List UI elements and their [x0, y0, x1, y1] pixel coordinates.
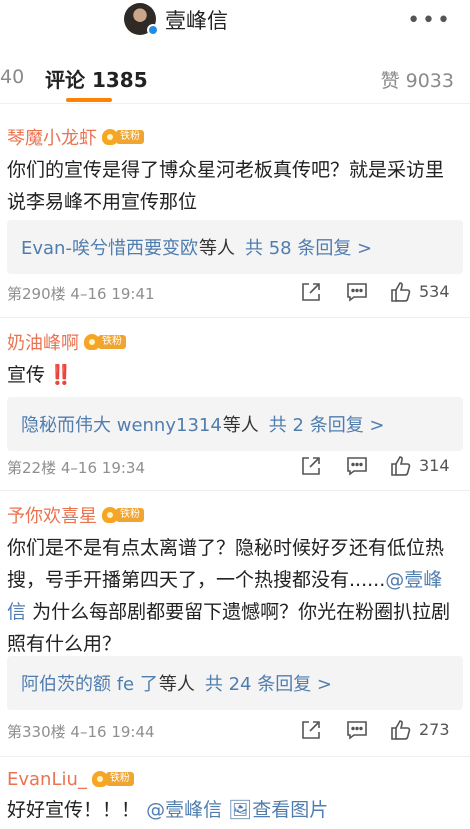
more-options-icon[interactable]: ••• — [407, 8, 452, 33]
timestamp: 4–16 19:44 — [70, 723, 155, 741]
comment-meta: 第290楼 4–16 19:41 534 — [7, 280, 463, 306]
like-count: 273 — [419, 720, 450, 739]
reply-users[interactable]: Evan-唉兮惜西要变欧 — [21, 234, 198, 260]
reply-summary[interactable]: 隐秘而伟大 wenny1314 等人 共 2 条回复 > — [7, 397, 463, 451]
comment-floor-time: 第290楼 4–16 19:41 — [7, 283, 155, 304]
divider — [0, 756, 470, 757]
mention-link[interactable]: @壹峰信 — [146, 799, 222, 821]
fan-badge: 铁粉 — [102, 128, 144, 146]
share-icon[interactable] — [299, 280, 323, 304]
floor-number: 第330楼 — [7, 723, 66, 741]
fan-badge: 铁粉 — [91, 770, 134, 788]
comment-meta: 第330楼 4–16 19:44 273 — [7, 718, 463, 744]
reply-summary[interactable]: 阿伯茨的额 fe 了 等人 共 24 条回复 > — [7, 656, 463, 710]
like-icon[interactable] — [389, 280, 413, 304]
comment-text: 你们是不是有点太离谱了？隐秘时候好歹还有低位热搜，号手开播第四天了，一个热搜都没… — [7, 532, 457, 660]
timestamp: 4–16 19:34 — [60, 459, 146, 477]
reply-users-suffix: 等人 — [222, 415, 259, 436]
image-icon: 🖼 — [228, 799, 253, 821]
share-icon[interactable] — [299, 454, 323, 478]
top-bar: 壹峰信 ••• — [0, 0, 470, 40]
fan-badge: 铁粉 — [84, 333, 126, 351]
fan-badge-label: 铁粉 — [98, 335, 126, 349]
comment-text: 好好宣传！！！ @壹峰信 🖼查看图片 — [7, 794, 457, 826]
share-icon[interactable] — [299, 718, 323, 742]
user-name[interactable]: EvanLiu_ — [7, 769, 87, 790]
user-name[interactable]: 琴魔小龙虾 — [7, 124, 97, 150]
comment-body: 好好宣传！！！ — [7, 799, 141, 821]
divider — [0, 317, 470, 318]
active-tab-indicator — [66, 98, 112, 102]
tab-likes[interactable]: 赞 9033 — [381, 66, 454, 93]
floor-number: 第290楼 — [7, 285, 66, 303]
timestamp: 4–16 19:41 — [70, 285, 155, 303]
like-icon[interactable] — [389, 454, 413, 478]
view-image-link[interactable]: 🖼查看图片 — [228, 799, 328, 821]
comment-icon[interactable] — [345, 718, 369, 742]
fan-badge-label: 铁粉 — [105, 772, 134, 786]
reply-count-link[interactable]: 共 2 条回复 > — [269, 411, 385, 437]
comment-header: EvanLiu_ 铁粉 — [7, 768, 134, 790]
heart-badge-icon — [102, 507, 118, 523]
like-count: 314 — [419, 456, 450, 475]
reply-count-link[interactable]: 共 58 条回复 > — [245, 234, 372, 260]
comment-icon[interactable] — [345, 454, 369, 478]
comment-meta: 第22楼 4–16 19:34 314 — [7, 454, 463, 480]
fan-badge-label: 铁粉 — [116, 508, 144, 522]
reply-count-link[interactable]: 共 24 条回复 > — [205, 670, 332, 696]
heart-badge-icon — [102, 129, 118, 145]
comment-body-continued: 为什么每部剧都要留下遗憾啊？你光在粉圈扒拉剧照有什么用？ — [7, 601, 451, 655]
user-name[interactable]: 奶油峰啊 — [7, 329, 79, 355]
comment-icon[interactable] — [345, 280, 369, 304]
double-exclamation-emoji: ‼️ — [49, 364, 73, 386]
user-name[interactable]: 予你欢喜星 — [7, 502, 97, 528]
reply-users-suffix: 等人 — [198, 238, 235, 259]
comment-body: 你们是不是有点太离谱了？隐秘时候好歹还有低位热搜，号手开播第四天了，一个热搜都没… — [7, 537, 445, 591]
view-image-label: 查看图片 — [252, 799, 329, 821]
comment-floor-time: 第330楼 4–16 19:44 — [7, 721, 155, 742]
heart-badge-icon — [91, 771, 108, 787]
comment-text: 你们的宣传是得了博众星河老板真传吧？就是采访里说李易峰不用宣传那位 — [7, 159, 445, 213]
like-icon[interactable] — [389, 718, 413, 742]
comment-header: 琴魔小龙虾 铁粉 — [7, 124, 144, 150]
reply-users[interactable]: 阿伯茨的额 fe 了 — [21, 670, 158, 696]
comment-floor-time: 第22楼 4–16 19:34 — [7, 457, 145, 478]
tab-comments[interactable]: 评论 1385 — [45, 64, 148, 93]
like-count: 534 — [419, 282, 450, 301]
divider — [0, 490, 470, 491]
floor-number: 第22楼 — [7, 459, 57, 477]
comment-header: 奶油峰啊 铁粉 — [7, 329, 126, 355]
comment-body: 宣传 — [7, 364, 46, 386]
comment-text: 宣传 ‼️ — [7, 359, 457, 391]
verified-badge-icon — [147, 24, 159, 36]
tab-reposts[interactable]: 40 — [0, 66, 24, 88]
comment-header: 予你欢喜星 铁粉 — [7, 502, 144, 528]
tab-bar: 40 评论 1385 赞 9033 — [0, 56, 470, 104]
reply-users-suffix: 等人 — [158, 674, 195, 695]
page-title: 壹峰信 — [165, 9, 228, 33]
reply-summary[interactable]: Evan-唉兮惜西要变欧 等人 共 58 条回复 > — [7, 220, 463, 274]
heart-badge-icon — [84, 334, 100, 350]
reply-users[interactable]: 隐秘而伟大 wenny1314 — [21, 411, 222, 437]
fan-badge-label: 铁粉 — [116, 130, 144, 144]
fan-badge: 铁粉 — [102, 506, 144, 524]
